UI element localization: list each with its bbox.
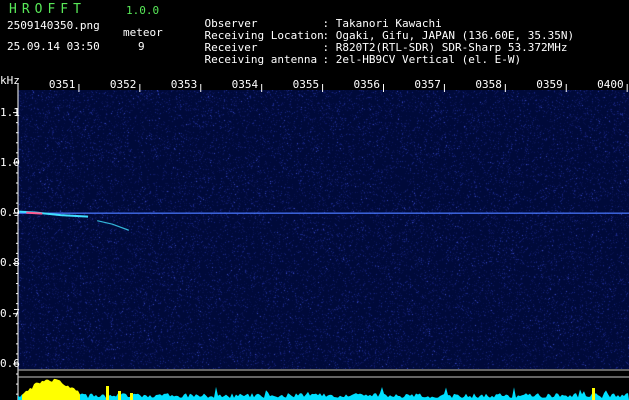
x-tick-label: 0352 [109, 78, 137, 91]
spectrogram-overlay [18, 210, 629, 231]
x-tick-label: 0357 [414, 78, 441, 91]
level-spike [118, 391, 121, 400]
hrofft-window: HROFFT 1.0.0 2509140350.png meteor 25.09… [0, 0, 629, 400]
app-version: 1.0.0 [126, 4, 160, 17]
x-tick-label: 0400 [597, 78, 624, 91]
meteor-head [26, 211, 43, 215]
level-peak [22, 378, 80, 400]
y-tick-label: 0.8 [0, 256, 20, 270]
y-tick-label: 0.9 [0, 206, 20, 220]
frequency-unit-label: kHz [0, 74, 20, 87]
info-value: : 2el-HB9CV Vertical (el. E-W) [322, 53, 522, 66]
level-spike [130, 393, 133, 400]
signal-level-meter [18, 378, 629, 400]
x-tick-label: 0359 [536, 78, 563, 91]
y-tick-label: 0.7 [0, 306, 20, 320]
spectrogram-plot [18, 90, 629, 369]
antenna-row: Receiving antenna : 2el-HB9CV Vertical (e… [178, 42, 522, 78]
level-trace [18, 386, 629, 400]
meteor-counter-label: meteor [123, 26, 163, 39]
x-tick-label: 0353 [170, 78, 198, 91]
meteor-tail [97, 220, 130, 231]
info-label: Receiving antenna [204, 53, 318, 66]
x-tick-label: 0354 [231, 78, 259, 91]
meteor-count: 9 [138, 40, 145, 53]
level-spike [106, 386, 109, 400]
x-tick-label: 0351 [48, 78, 76, 91]
x-tick-label: 0356 [353, 78, 381, 91]
y-tick-label: 1.1 [0, 105, 20, 119]
level-spike [592, 388, 595, 400]
y-tick-label: 1.0 [0, 155, 20, 169]
x-tick-label: 0358 [475, 78, 502, 91]
date-time: 25.09.14 03:50 [7, 40, 100, 53]
app-name: HROFFT [9, 2, 86, 17]
file-name: 2509140350.png [7, 19, 100, 32]
x-tick-label: 0355 [292, 78, 320, 91]
